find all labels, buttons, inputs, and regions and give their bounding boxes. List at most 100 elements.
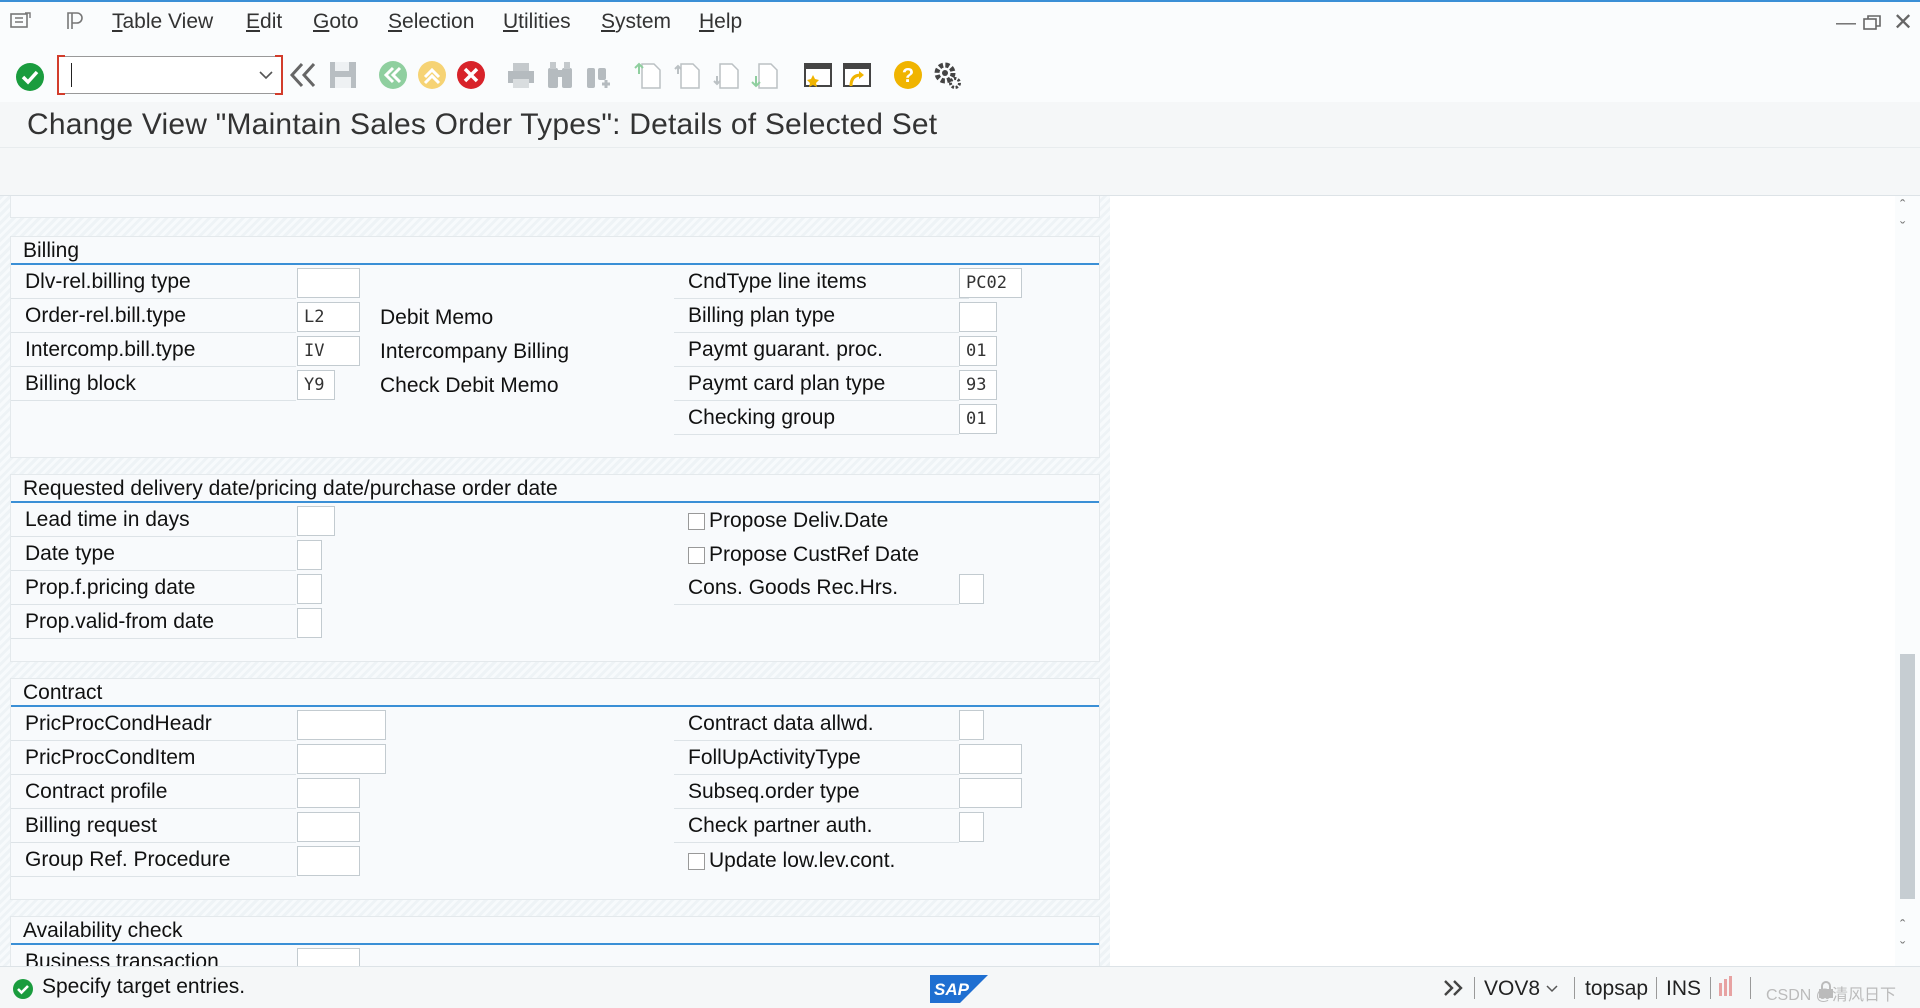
- vertical-scrollbar[interactable]: ˆ ˇ ˆ ˇ: [1895, 196, 1920, 966]
- text-caret: [71, 63, 72, 87]
- prop-pricing-date-input[interactable]: [297, 574, 322, 604]
- prop-valid-from-date-input[interactable]: [297, 608, 322, 638]
- command-field-bracket-right: [275, 55, 283, 95]
- contract-group-header: Contract: [11, 679, 1099, 707]
- prop-pricing-date-label: Prop.f.pricing date: [11, 573, 296, 605]
- menu-system[interactable]: System: [601, 10, 671, 34]
- first-page-icon[interactable]: [634, 60, 664, 90]
- scroll-down-icon[interactable]: ˇ: [1900, 220, 1905, 238]
- insert-mode[interactable]: INS: [1666, 977, 1701, 1001]
- svg-text:?: ?: [902, 65, 914, 87]
- application-toolbar: [0, 148, 1920, 196]
- menu-bar: Table View Edit Goto Selection Utilities…: [0, 0, 1920, 42]
- contract-data-allwd-input[interactable]: [959, 710, 984, 740]
- menu-utilities[interactable]: Utilities: [503, 10, 571, 34]
- cons-goods-rec-hrs-input[interactable]: [959, 574, 984, 604]
- billing-block-input[interactable]: Y9: [297, 370, 335, 400]
- status-separator: [1574, 977, 1575, 999]
- paymt-guarant-proc-label: Paymt guarant. proc.: [674, 335, 959, 367]
- cancel-icon[interactable]: [456, 60, 486, 90]
- menu-table-view[interactable]: Table View: [112, 10, 213, 34]
- enter-check-icon[interactable]: [15, 62, 45, 92]
- toolbar: ?: [0, 42, 1920, 102]
- paymt-card-plan-type-input[interactable]: 93: [959, 370, 997, 400]
- billing-request-input[interactable]: [297, 812, 360, 842]
- success-status-icon: [13, 979, 33, 999]
- propose-custref-date-checkbox[interactable]: [688, 547, 705, 564]
- sap-logo-icon: SAP: [930, 975, 988, 1003]
- collapse-status-icon[interactable]: [1442, 979, 1466, 997]
- server-name: topsap: [1585, 977, 1649, 1000]
- dlv-rel-billing-type-input[interactable]: [297, 268, 360, 298]
- next-page-icon[interactable]: [712, 60, 742, 90]
- menu-help[interactable]: Help: [699, 10, 742, 34]
- billing-block-label: Billing block: [11, 369, 296, 401]
- shortcut-icon[interactable]: [842, 60, 872, 90]
- intercomp-bill-type-input[interactable]: IV: [297, 336, 360, 366]
- update-low-lev-cont-checkbox[interactable]: [688, 853, 705, 870]
- status-separator: [1710, 977, 1711, 999]
- lead-time-input[interactable]: [297, 506, 335, 536]
- menu-edit[interactable]: Edit: [246, 10, 282, 34]
- menu-selection[interactable]: Selection: [388, 10, 474, 34]
- pricproc-cond-item-label: PricProcCondItem: [11, 743, 296, 775]
- contract-data-allwd-label: Contract data allwd.: [674, 709, 959, 741]
- help-icon[interactable]: ?: [893, 60, 923, 90]
- status-separator: [1656, 977, 1657, 999]
- scroll-thumb[interactable]: [1900, 654, 1915, 899]
- scroll-up-bottom-icon[interactable]: ˆ: [1900, 918, 1905, 936]
- business-transaction-input[interactable]: [297, 948, 360, 966]
- checking-group-input[interactable]: 01: [959, 404, 997, 434]
- check-partner-auth-input[interactable]: [959, 812, 984, 842]
- double-chevron-left-icon[interactable]: [288, 60, 318, 90]
- group-ref-procedure-input[interactable]: [297, 846, 360, 876]
- find-icon[interactable]: [545, 60, 575, 90]
- scroll-down-bottom-icon[interactable]: ˇ: [1900, 940, 1905, 958]
- intercomp-bill-type-desc: Intercompany Billing: [380, 340, 570, 363]
- minimize-icon[interactable]: —: [1836, 12, 1856, 35]
- cndtype-line-items-input[interactable]: PC02: [959, 268, 1022, 298]
- order-rel-bill-type-input[interactable]: L2: [297, 302, 360, 332]
- contract-profile-label: Contract profile: [11, 777, 296, 809]
- chevron-down-icon[interactable]: [259, 70, 273, 80]
- empty-right-pane: [1110, 196, 1895, 966]
- menu-goto[interactable]: Goto: [313, 10, 359, 34]
- save-icon[interactable]: [328, 60, 358, 90]
- settings-gear-icon[interactable]: [932, 60, 962, 90]
- check-partner-auth-label: Check partner auth.: [674, 811, 959, 843]
- find-next-icon[interactable]: [584, 60, 614, 90]
- follup-activity-type-input[interactable]: [959, 744, 1022, 774]
- billing-block-desc: Check Debit Memo: [380, 374, 559, 397]
- billing-plan-type-input[interactable]: [959, 302, 997, 332]
- close-window-icon[interactable]: ✕: [1893, 8, 1913, 37]
- status-bar: Specify target entries. SAP VOV8 topsap …: [0, 966, 1920, 1008]
- previous-group-remnant: [10, 196, 1100, 218]
- back-icon[interactable]: [378, 60, 408, 90]
- print-icon[interactable]: [506, 60, 536, 90]
- last-page-icon[interactable]: [751, 60, 781, 90]
- cndtype-line-items-label: CndType line items: [674, 267, 969, 299]
- chevron-down-icon[interactable]: [1546, 985, 1558, 993]
- date-type-label: Date type: [11, 539, 296, 571]
- status-message: Specify target entries.: [42, 975, 246, 998]
- billing-group-title: Billing: [23, 239, 80, 262]
- transaction-code[interactable]: VOV8: [1484, 977, 1540, 1001]
- group-ref-procedure-label: Group Ref. Procedure: [11, 845, 296, 877]
- dlv-rel-billing-type-label: Dlv-rel.billing type: [11, 267, 296, 299]
- propose-deliv-date-checkbox[interactable]: [688, 513, 705, 530]
- scroll-up-icon[interactable]: ˆ: [1900, 198, 1905, 216]
- customize-icon[interactable]: [64, 11, 86, 31]
- requested-dates-group-title: Requested delivery date/pricing date/pur…: [23, 477, 558, 500]
- pricproc-cond-item-input[interactable]: [297, 744, 386, 774]
- contract-profile-input[interactable]: [297, 778, 360, 808]
- previous-page-icon[interactable]: [673, 60, 703, 90]
- menu-icon[interactable]: [10, 11, 32, 31]
- command-field[interactable]: [57, 55, 283, 95]
- subseq-order-type-input[interactable]: [959, 778, 1022, 808]
- pricproc-cond-headr-input[interactable]: [297, 710, 386, 740]
- date-type-input[interactable]: [297, 540, 322, 570]
- restore-icon[interactable]: [1863, 15, 1881, 31]
- new-window-icon[interactable]: [803, 60, 833, 90]
- paymt-guarant-proc-input[interactable]: 01: [959, 336, 997, 366]
- exit-icon[interactable]: [417, 60, 447, 90]
